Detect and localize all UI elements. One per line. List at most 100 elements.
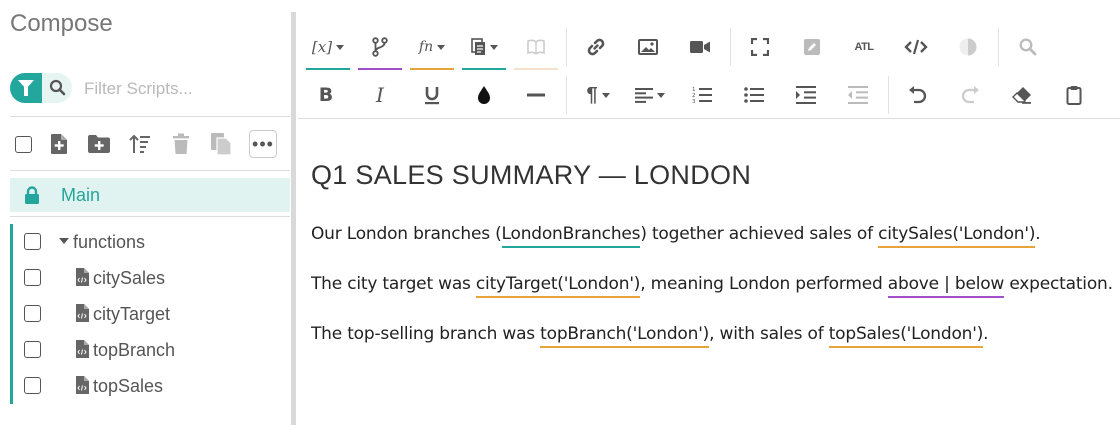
text-color-button[interactable] bbox=[462, 72, 506, 118]
tree-item-label: Main bbox=[61, 185, 101, 205]
sort-icon bbox=[129, 134, 150, 153]
paragraph-icon: ¶ bbox=[586, 83, 598, 106]
insert-link-button[interactable] bbox=[574, 24, 618, 70]
text: Our London branches ( bbox=[311, 224, 502, 244]
file-checkbox[interactable] bbox=[24, 305, 41, 322]
duplicate-button[interactable] bbox=[206, 128, 236, 160]
search-toggle-button[interactable] bbox=[42, 73, 72, 103]
script-file-icon bbox=[76, 304, 89, 322]
insert-dictionary-button[interactable] bbox=[512, 24, 560, 70]
file-label: topBranch bbox=[93, 340, 176, 360]
sort-button[interactable] bbox=[125, 128, 155, 160]
editor-toolbar-format: B I ¶ 123 bbox=[302, 72, 1120, 118]
tree-file-topbranch[interactable]: topBranch bbox=[13, 332, 290, 368]
find-button[interactable] bbox=[1006, 24, 1050, 70]
filter-scripts-input[interactable] bbox=[82, 76, 286, 102]
paste-button[interactable] bbox=[1052, 72, 1096, 118]
video-icon bbox=[690, 41, 710, 53]
link-icon bbox=[587, 38, 605, 56]
file-label: cityTarget bbox=[93, 304, 171, 324]
branch-icon bbox=[372, 37, 388, 57]
outdent-button[interactable] bbox=[836, 72, 880, 118]
fullscreen-button[interactable] bbox=[738, 24, 782, 70]
paragraph-1: Our London branches (LondonBranches) tog… bbox=[311, 224, 1041, 248]
horizontal-rule-icon bbox=[527, 93, 545, 97]
panel-splitter[interactable] bbox=[291, 12, 296, 425]
copy-icon bbox=[211, 133, 232, 156]
caret-down-icon[interactable] bbox=[59, 238, 69, 244]
select-all-checkbox[interactable] bbox=[8, 128, 38, 160]
redo-icon bbox=[961, 86, 979, 104]
atl-button[interactable]: ATL bbox=[842, 24, 886, 70]
redo-button[interactable] bbox=[948, 72, 992, 118]
italic-button[interactable]: I bbox=[358, 72, 402, 118]
book-icon bbox=[527, 39, 545, 55]
bold-icon: B bbox=[318, 84, 334, 106]
text: The city target was bbox=[311, 274, 476, 294]
insert-snippet-button[interactable] bbox=[460, 24, 508, 70]
variable-token[interactable]: LondonBranches bbox=[501, 224, 641, 248]
new-folder-button[interactable] bbox=[84, 128, 114, 160]
eraser-icon bbox=[1012, 87, 1031, 104]
svg-text:3: 3 bbox=[692, 99, 696, 104]
paragraph-format-button[interactable]: ¶ bbox=[574, 72, 622, 118]
editor-content[interactable]: Q1 SALES SUMMARY — LONDON Our London bra… bbox=[311, 160, 1113, 348]
delete-button[interactable] bbox=[166, 128, 196, 160]
function-token[interactable]: cityTarget('London') bbox=[475, 274, 640, 298]
text: . bbox=[1035, 224, 1041, 244]
function-token[interactable]: citySales('London') bbox=[878, 224, 1035, 248]
image-icon bbox=[638, 39, 658, 55]
indent-icon bbox=[796, 86, 816, 104]
contrast-button[interactable] bbox=[946, 24, 990, 70]
bullet-list-button[interactable] bbox=[732, 72, 776, 118]
new-file-button[interactable] bbox=[44, 128, 74, 160]
align-button[interactable] bbox=[626, 72, 674, 118]
undo-icon bbox=[909, 86, 927, 104]
scripts-toolbar: ••• bbox=[10, 128, 290, 160]
text: ) together achieved sales of bbox=[640, 224, 879, 244]
document-heading: Q1 SALES SUMMARY — LONDON bbox=[311, 160, 752, 190]
file-label: topSales bbox=[93, 376, 164, 396]
undo-button[interactable] bbox=[896, 72, 940, 118]
insert-function-button[interactable]: fn bbox=[408, 24, 456, 70]
insert-condition-button[interactable] bbox=[356, 24, 404, 70]
file-label: citySales bbox=[93, 268, 166, 288]
text: . bbox=[983, 324, 989, 344]
condition-token[interactable]: above | below bbox=[887, 274, 1004, 298]
file-checkbox[interactable] bbox=[24, 377, 41, 394]
indent-button[interactable] bbox=[784, 72, 828, 118]
file-checkbox[interactable] bbox=[24, 269, 41, 286]
code-view-button[interactable] bbox=[894, 24, 938, 70]
toolbar-divider bbox=[298, 118, 1120, 119]
bold-button[interactable]: B bbox=[304, 72, 348, 118]
folder-checkbox[interactable] bbox=[24, 233, 41, 250]
insert-video-button[interactable] bbox=[678, 24, 722, 70]
new-folder-icon bbox=[88, 135, 110, 153]
script-tree: functions citySales cityTarget topBranch… bbox=[10, 224, 293, 404]
tree-file-citytarget[interactable]: cityTarget bbox=[13, 296, 290, 332]
horizontal-rule-button[interactable] bbox=[514, 72, 558, 118]
insert-image-button[interactable] bbox=[626, 24, 670, 70]
snippet-icon bbox=[470, 38, 485, 55]
ordered-list-button[interactable]: 123 bbox=[680, 72, 724, 118]
edit-source-button[interactable] bbox=[790, 24, 834, 70]
script-file-icon bbox=[76, 340, 89, 358]
tree-file-citysales[interactable]: citySales bbox=[13, 260, 290, 296]
function-token[interactable]: topBranch('London') bbox=[540, 324, 709, 348]
tree-file-topsales[interactable]: topSales bbox=[13, 368, 290, 404]
editor-toolbar-insert: [x] fn ATL bbox=[302, 24, 1120, 70]
more-options-button[interactable]: ••• bbox=[248, 128, 278, 160]
edit-icon bbox=[804, 39, 820, 55]
insert-variable-button[interactable]: [x] bbox=[304, 24, 352, 70]
clear-format-button[interactable] bbox=[1000, 72, 1044, 118]
tree-folder-functions[interactable]: functions bbox=[13, 224, 290, 260]
filter-icon[interactable] bbox=[10, 73, 42, 103]
function-token[interactable]: topSales('London') bbox=[828, 324, 983, 348]
underline-button[interactable] bbox=[410, 72, 454, 118]
atl-icon: ATL bbox=[854, 41, 874, 53]
color-drop-icon bbox=[478, 86, 490, 104]
text: , with sales of bbox=[709, 324, 829, 344]
tree-item-main[interactable]: Main bbox=[10, 178, 290, 212]
code-icon bbox=[904, 39, 928, 55]
file-checkbox[interactable] bbox=[24, 341, 41, 358]
